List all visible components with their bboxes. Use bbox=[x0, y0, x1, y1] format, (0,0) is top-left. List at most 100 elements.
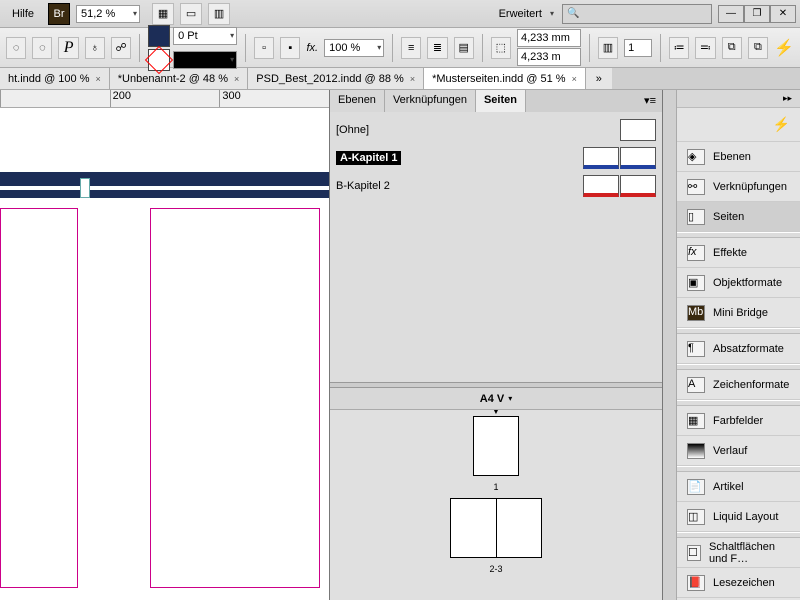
width-field[interactable]: 4,233 mm bbox=[517, 29, 581, 47]
tool-icon[interactable]: ◌ bbox=[6, 37, 26, 59]
misc-icon[interactable]: ⧉ bbox=[722, 37, 742, 59]
bridge-icon[interactable]: Br bbox=[48, 3, 70, 25]
palette-verknuepfungen[interactable]: ⚯Verknüpfungen bbox=[677, 172, 800, 202]
textwrap-icon[interactable]: ▤ bbox=[454, 37, 474, 59]
fx-icon[interactable]: ▫ bbox=[254, 37, 274, 59]
palette-farbfelder[interactable]: ▦Farbfelder bbox=[677, 406, 800, 436]
palette-ebenen[interactable]: ◈Ebenen bbox=[677, 142, 800, 172]
paragraph-styles-icon: ¶ bbox=[687, 341, 705, 357]
canvas-area[interactable]: 200300 bbox=[0, 90, 330, 600]
fx-icon: fx bbox=[687, 245, 705, 261]
master-thumb-spread[interactable] bbox=[583, 147, 656, 169]
panel-tab-seiten[interactable]: Seiten bbox=[476, 90, 526, 112]
palette-liquid-layout[interactable]: ◫Liquid Layout bbox=[677, 502, 800, 532]
master-name: A-Kapitel 1 bbox=[336, 151, 401, 165]
page-margin-box bbox=[0, 208, 78, 588]
textwrap-icon[interactable]: ≣ bbox=[427, 37, 447, 59]
misc-icon[interactable]: ⧉ bbox=[748, 37, 768, 59]
tab-label: PSD_Best_2012.indd @ 88 % bbox=[256, 73, 404, 85]
bookmarks-icon: 📕 bbox=[687, 575, 705, 591]
view-layout-icon[interactable]: ▦ bbox=[152, 3, 174, 25]
pathfinder-icon[interactable]: ♁ bbox=[85, 37, 105, 59]
zoom-dropdown[interactable]: 51,2 % bbox=[76, 5, 140, 23]
height-field[interactable]: 4,233 m bbox=[517, 48, 581, 66]
type-path-icon[interactable]: P bbox=[58, 37, 78, 59]
page-thumb-2-3[interactable] bbox=[450, 498, 542, 558]
pages-icon: ▯ bbox=[687, 209, 705, 225]
pathfinder-icon[interactable]: ☍ bbox=[111, 37, 131, 59]
horizontal-ruler: 200300 bbox=[0, 90, 329, 108]
close-icon[interactable]: × bbox=[410, 74, 415, 84]
palette-collapse-bar[interactable] bbox=[663, 90, 677, 600]
page-number-label: 1 bbox=[493, 482, 498, 492]
document-tab[interactable]: ht.indd @ 100 % × bbox=[0, 68, 110, 89]
palette-absatzformate[interactable]: ¶Absatzformate bbox=[677, 334, 800, 364]
palette-verlauf[interactable]: Verlauf bbox=[677, 436, 800, 466]
master-row-a[interactable]: A-Kapitel 1 bbox=[336, 144, 656, 172]
close-icon[interactable]: × bbox=[572, 74, 577, 84]
tab-label: *Unbenannt-2 @ 48 % bbox=[118, 73, 228, 85]
screenmode-icon[interactable]: ▭ bbox=[180, 3, 202, 25]
palette-schaltflaechen[interactable]: ☐Schaltflächen und F… bbox=[677, 538, 800, 568]
palette-lesezeichen[interactable]: 📕Lesezeichen bbox=[677, 568, 800, 598]
bridge-icon: Mb bbox=[687, 305, 705, 321]
fx-icon[interactable]: ▪ bbox=[280, 37, 300, 59]
quick-apply-icon[interactable]: ⚡ bbox=[774, 38, 794, 58]
palette-collapse-button[interactable]: ▸▸ bbox=[677, 90, 800, 108]
palette-seiten[interactable]: ▯Seiten bbox=[677, 202, 800, 232]
panel-tab-verknuepfungen[interactable]: Verknüpfungen bbox=[385, 90, 476, 112]
page-decoration-band bbox=[0, 190, 329, 198]
search-input[interactable]: 🔍 bbox=[562, 4, 712, 24]
close-icon[interactable]: × bbox=[96, 74, 101, 84]
page-size-dropdown[interactable]: A4 V▾ bbox=[330, 388, 662, 410]
fill-swatch[interactable] bbox=[148, 25, 170, 47]
palette-minibridge[interactable]: MbMini Bridge bbox=[677, 298, 800, 328]
stroke-swatch[interactable] bbox=[148, 49, 170, 71]
master-row-none[interactable]: [Ohne] bbox=[336, 116, 656, 144]
pages-list: 1 2-3 bbox=[330, 410, 662, 600]
workspace-dropdown[interactable]: Erweitert bbox=[495, 5, 556, 23]
columns-field[interactable]: 1 bbox=[624, 39, 652, 57]
columns-icon[interactable]: ▥ bbox=[598, 37, 618, 59]
document-tab[interactable]: PSD_Best_2012.indd @ 88 % × bbox=[248, 68, 424, 89]
palette-effekte[interactable]: fxEffekte bbox=[677, 238, 800, 268]
master-thumb-spread[interactable] bbox=[583, 175, 656, 197]
master-name: B-Kapitel 2 bbox=[336, 180, 390, 192]
stroke-weight-field[interactable]: 0 Pt bbox=[173, 27, 237, 45]
tab-label: ht.indd @ 100 % bbox=[8, 73, 90, 85]
window-restore-button[interactable]: ❐ bbox=[744, 5, 770, 23]
character-styles-icon: A bbox=[687, 377, 705, 393]
quick-apply-icon[interactable]: ⚡ bbox=[677, 108, 800, 142]
palette-column: ▸▸ ⚡ ◈Ebenen ⚯Verknüpfungen ▯Seiten fxEf… bbox=[677, 90, 800, 600]
textwrap-icon[interactable]: ≡ bbox=[401, 37, 421, 59]
opacity-field[interactable]: 100 % bbox=[324, 39, 384, 57]
page-thumb-1[interactable] bbox=[473, 416, 519, 476]
panel-menu-icon[interactable]: ▾≡ bbox=[638, 90, 662, 112]
document-tab[interactable]: *Musterseiten.indd @ 51 %× bbox=[424, 68, 586, 89]
layers-icon: ◈ bbox=[687, 149, 705, 165]
buttons-forms-icon: ☐ bbox=[687, 545, 701, 561]
arrange-icon[interactable]: ▥ bbox=[208, 3, 230, 25]
palette-artikel[interactable]: 📄Artikel bbox=[677, 472, 800, 502]
menu-help[interactable]: Hilfe bbox=[4, 4, 42, 24]
selection-handle[interactable] bbox=[80, 178, 90, 198]
stroke-style-dropdown[interactable] bbox=[173, 51, 237, 69]
masters-section: [Ohne] A-Kapitel 1 B-Kapitel 2 bbox=[330, 112, 662, 204]
master-row-b[interactable]: B-Kapitel 2 bbox=[336, 172, 656, 200]
align-icon[interactable]: ≕ bbox=[695, 37, 715, 59]
tab-overflow-button[interactable]: » bbox=[586, 68, 612, 89]
window-close-button[interactable]: ✕ bbox=[770, 5, 796, 23]
master-thumb[interactable] bbox=[620, 119, 656, 141]
document-tab[interactable]: *Unbenannt-2 @ 48 % × bbox=[110, 68, 249, 89]
palette-zeichenformate[interactable]: AZeichenformate bbox=[677, 370, 800, 400]
tool-icon[interactable]: ◌ bbox=[32, 37, 52, 59]
document-tab-strip: ht.indd @ 100 % × *Unbenannt-2 @ 48 % × PS… bbox=[0, 68, 800, 90]
close-icon[interactable]: × bbox=[234, 74, 239, 84]
palette-objektformate[interactable]: ▣Objektformate bbox=[677, 268, 800, 298]
swatches-icon: ▦ bbox=[687, 413, 705, 429]
menubar: Hilfe Br 51,2 % ▦ ▭ ▥ Erweitert 🔍 — ❐ ✕ bbox=[0, 0, 800, 28]
frame-fit-icon[interactable]: ⬚ bbox=[491, 37, 511, 59]
align-icon[interactable]: ≔ bbox=[669, 37, 689, 59]
window-minimize-button[interactable]: — bbox=[718, 5, 744, 23]
panel-tab-ebenen[interactable]: Ebenen bbox=[330, 90, 385, 112]
